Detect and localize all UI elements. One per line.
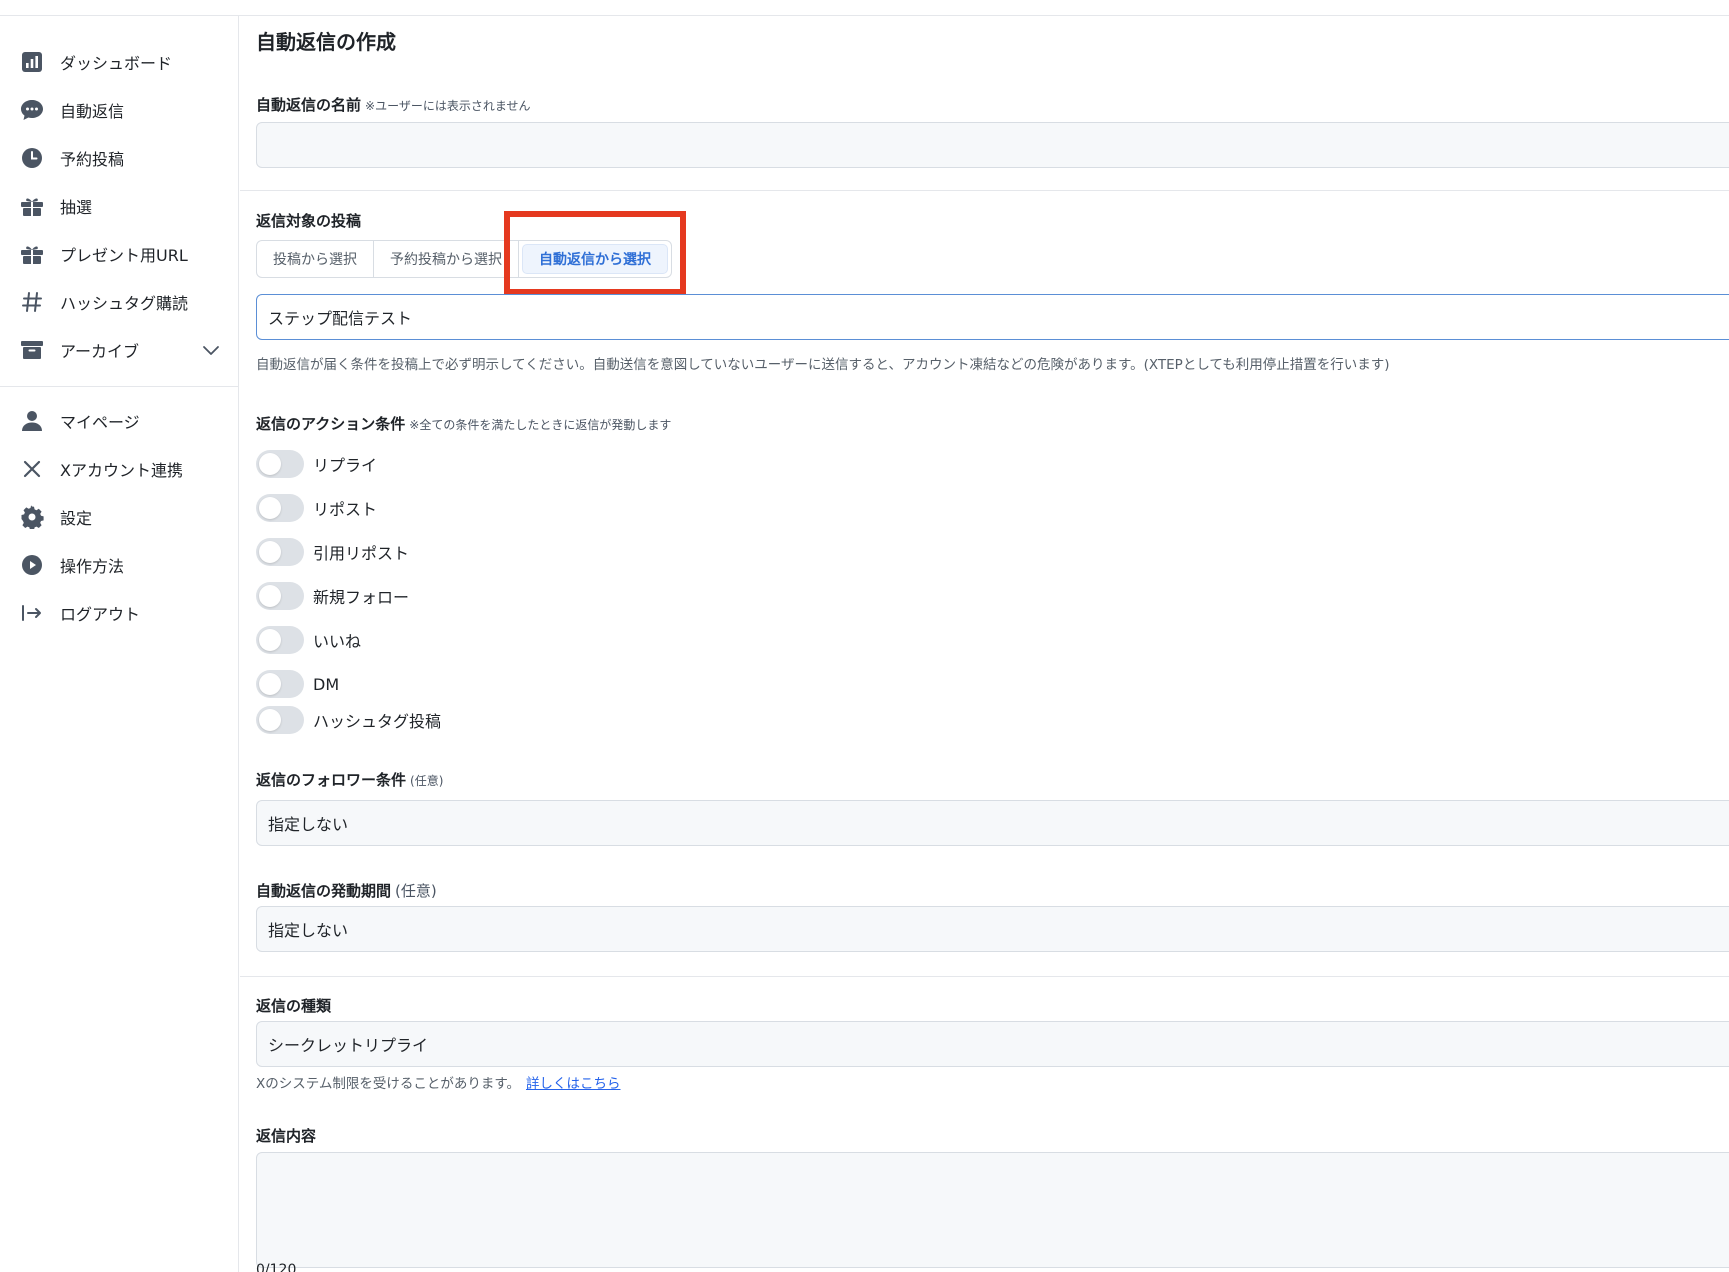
new-follow-toggle[interactable] [256, 582, 304, 610]
bar-chart-icon [20, 50, 44, 74]
sidebar-item-logout[interactable]: ログアウト [0, 589, 238, 637]
toggle-label: 新規フォロー [313, 588, 410, 607]
reply-toggle[interactable] [256, 450, 304, 478]
period-section-label: 自動返信の発動期間 (任意) [256, 880, 437, 901]
sidebar-item-label: 自動返信 [60, 102, 125, 121]
sidebar-item-my-page[interactable]: マイページ [0, 397, 238, 445]
page-title: 自動返信の作成 [256, 30, 396, 54]
sidebar-main-nav: ダッシュボード 自動返信 予約投稿 抽選 プレゼント用URL ハッシュタグ購読 … [0, 38, 238, 374]
sidebar-account-nav: マイページ Xアカウント連携 設定 操作方法 ログアウト [0, 397, 238, 637]
person-icon [20, 409, 44, 433]
reply-type-help-text: Xのシステム制限を受けることがあります。 [256, 1076, 520, 1092]
target-help-text: 自動返信が届く条件を投稿上で必ず明示してください。自動送信を意図していないユーザ… [256, 357, 1390, 373]
sidebar-item-x-account[interactable]: Xアカウント連携 [0, 445, 238, 493]
sidebar-divider [0, 386, 238, 387]
sidebar-item-label: ハッシュタグ購読 [60, 294, 189, 313]
name-label: 自動返信の名前 [256, 96, 362, 114]
sidebar-item-label: プレゼント用URL [60, 246, 188, 265]
toggle-label: 引用リポスト [313, 544, 410, 563]
sidebar-item-label: アーカイブ [60, 342, 140, 361]
sidebar-item-dashboard[interactable]: ダッシュボード [0, 38, 238, 86]
sidebar-item-settings[interactable]: 設定 [0, 493, 238, 541]
like-toggle[interactable] [256, 626, 304, 654]
gift-icon [20, 242, 44, 266]
follower-condition-select[interactable]: 指定しない [256, 800, 1729, 846]
details-link[interactable]: 詳しくはこちら [526, 1076, 621, 1092]
period-optional: (任意) [395, 882, 437, 900]
gift-icon [20, 194, 44, 218]
target-source-tabs: 投稿から選択 予約投稿から選択 自動返信から選択 [256, 240, 672, 278]
toggle-row-quote-repost: 引用リポスト [256, 537, 409, 567]
quote-repost-toggle[interactable] [256, 538, 304, 566]
toggle-label: リプライ [313, 456, 378, 475]
archive-icon [20, 338, 44, 362]
reply-type-help: Xのシステム制限を受けることがあります。 詳しくはこちら [256, 1072, 621, 1092]
sidebar-item-label: Xアカウント連携 [60, 461, 183, 480]
period-select[interactable]: 指定しない [256, 906, 1729, 952]
hashtag-post-toggle[interactable] [256, 706, 304, 734]
reply-content-textarea[interactable] [256, 1152, 1729, 1268]
toggle-label: DM [313, 674, 340, 694]
dm-toggle[interactable] [256, 670, 304, 698]
sidebar-item-label: 操作方法 [60, 557, 125, 576]
tab-from-scheduled-posts[interactable]: 予約投稿から選択 [374, 241, 519, 277]
tab-from-auto-replies[interactable]: 自動返信から選択 [522, 244, 668, 274]
sidebar-item-lottery[interactable]: 抽選 [0, 182, 238, 230]
follower-optional: (任意) [410, 774, 444, 788]
repost-toggle[interactable] [256, 494, 304, 522]
chevron-down-icon[interactable] [202, 341, 220, 360]
sidebar-item-archive[interactable]: アーカイブ [0, 326, 238, 374]
section-divider [240, 976, 1729, 977]
character-counter: 0/120 [256, 1262, 297, 1272]
sidebar-item-hashtag-subscribe[interactable]: ハッシュタグ購読 [0, 278, 238, 326]
sidebar-item-present-url[interactable]: プレゼント用URL [0, 230, 238, 278]
action-section-label: 返信のアクション条件 ※全ての条件を満たしたときに返信が発動します [256, 413, 671, 434]
toggle-row-reply: リプライ [256, 449, 377, 479]
sidebar-item-auto-reply[interactable]: 自動返信 [0, 86, 238, 134]
sidebar: ダッシュボード 自動返信 予約投稿 抽選 プレゼント用URL ハッシュタグ購読 … [0, 16, 239, 1272]
follower-label: 返信のフォロワー条件 [256, 771, 407, 789]
clock-icon [20, 146, 44, 170]
top-bar [0, 0, 1729, 16]
sidebar-item-label: ダッシュボード [60, 54, 173, 73]
period-label: 自動返信の発動期間 [256, 882, 392, 900]
action-note: ※全ての条件を満たしたときに返信が発動します [409, 418, 672, 432]
toggle-row-hashtag-post: ハッシュタグ投稿 [256, 705, 441, 735]
toggle-label: ハッシュタグ投稿 [313, 712, 442, 731]
toggle-row-dm: DM [256, 669, 339, 699]
toggle-label: いいね [313, 632, 362, 651]
target-post-select[interactable]: ステップ配信テスト [256, 294, 1729, 340]
sidebar-item-label: 予約投稿 [60, 150, 125, 169]
sidebar-item-how-to[interactable]: 操作方法 [0, 541, 238, 589]
content-section-label: 返信内容 [256, 1127, 317, 1145]
chat-bubble-icon [20, 98, 44, 122]
play-circle-icon [20, 553, 44, 577]
x-icon [20, 457, 44, 481]
name-section-label: 自動返信の名前 ※ユーザーには表示されません [256, 94, 530, 115]
reply-type-select[interactable]: シークレットリプライ [256, 1021, 1729, 1067]
toggle-label: リポスト [313, 500, 378, 519]
name-input[interactable] [256, 122, 1729, 168]
toggle-row-like: いいね [256, 625, 361, 655]
follower-section-label: 返信のフォロワー条件 (任意) [256, 769, 443, 790]
sidebar-item-label: 設定 [60, 509, 93, 528]
gear-icon [20, 505, 44, 529]
section-divider [240, 190, 1729, 191]
sidebar-item-scheduled-post[interactable]: 予約投稿 [0, 134, 238, 182]
sidebar-item-label: ログアウト [60, 605, 141, 624]
sidebar-item-label: マイページ [60, 413, 140, 432]
name-note: ※ユーザーには表示されません [365, 99, 531, 113]
main-content: 自動返信の作成 自動返信の名前 ※ユーザーには表示されません 返信対象の投稿 投稿… [240, 16, 1729, 1272]
reply-type-section-label: 返信の種類 [256, 997, 332, 1015]
action-label: 返信のアクション条件 [256, 415, 406, 433]
sidebar-item-label: 抽選 [60, 198, 93, 217]
target-section-label: 返信対象の投稿 [256, 212, 362, 230]
logout-icon [20, 601, 44, 625]
toggle-row-repost: リポスト [256, 493, 377, 523]
toggle-row-new-follow: 新規フォロー [256, 581, 409, 611]
tab-from-posts[interactable]: 投稿から選択 [257, 241, 374, 277]
hashtag-icon [20, 290, 44, 314]
